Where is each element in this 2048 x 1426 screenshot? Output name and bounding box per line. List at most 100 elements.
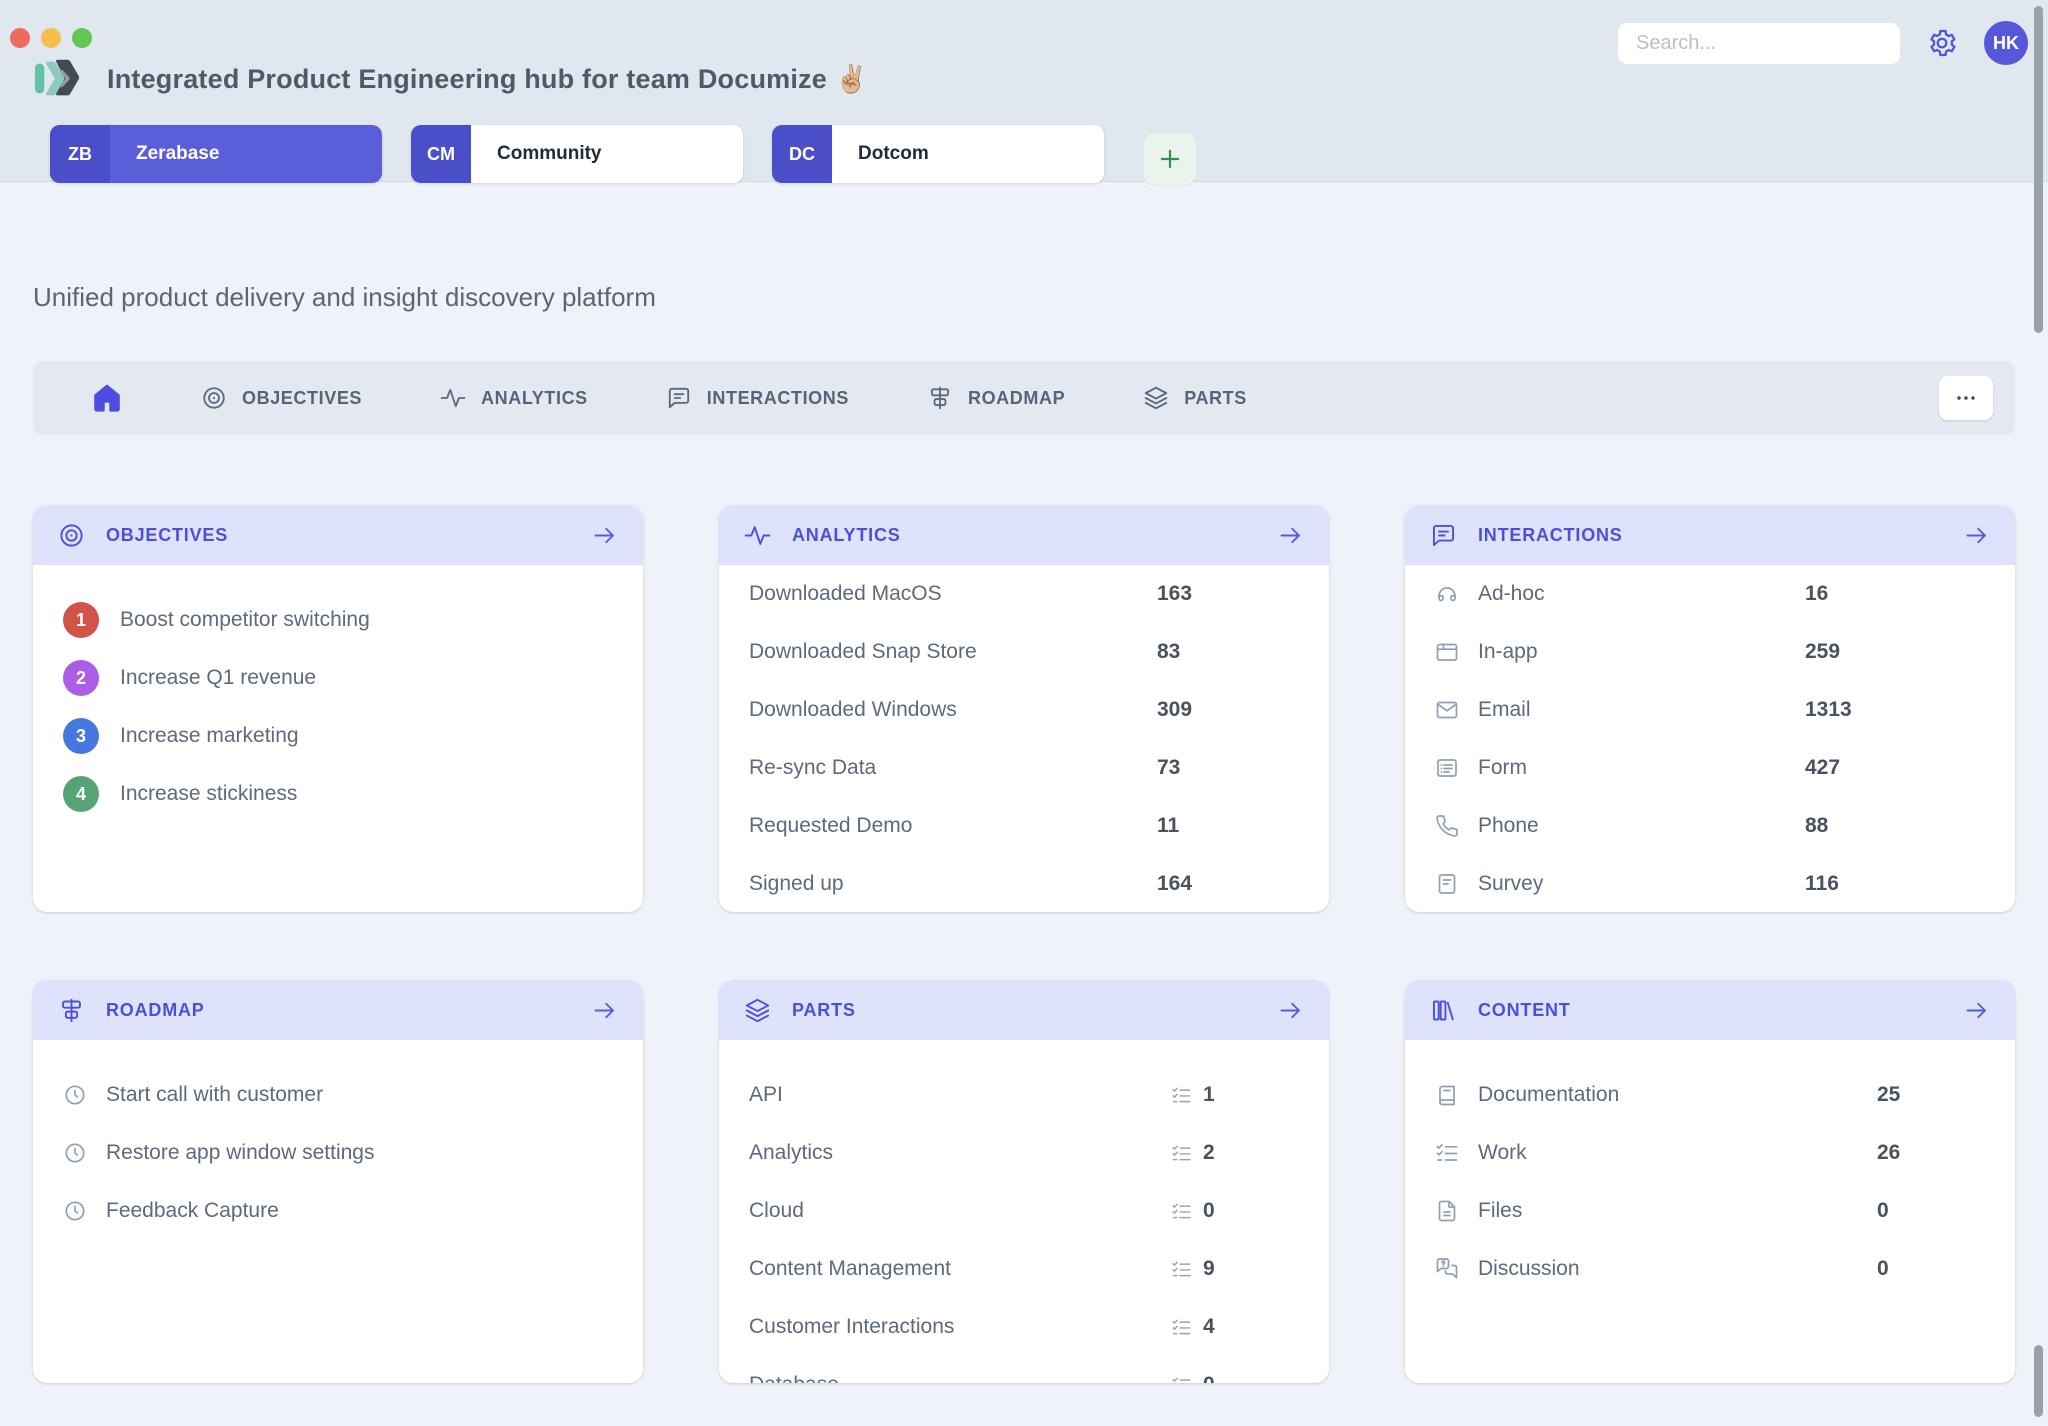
- content-list: Documentation 25 Work 26 Files 0 Discuss…: [1405, 1040, 2015, 1383]
- arrow-right-icon[interactable]: [1277, 997, 1304, 1024]
- roadmap-card: ROADMAP Start call with customer Restore…: [33, 980, 643, 1383]
- part-count: 2: [1171, 1141, 1299, 1165]
- search-input[interactable]: [1618, 23, 1900, 64]
- arrow-right-icon[interactable]: [1963, 997, 1990, 1024]
- workspace-tab-dotcom[interactable]: DC Dotcom: [772, 125, 1104, 183]
- analytics-metric-row[interactable]: Downloaded Snap Store 83: [719, 623, 1329, 681]
- clock-icon: [63, 1083, 87, 1107]
- nav-item-parts[interactable]: PARTS: [1143, 385, 1247, 411]
- plus-icon[interactable]: [1143, 132, 1197, 186]
- objectives-list: 1 Boost competitor switching 2 Increase …: [33, 565, 643, 912]
- part-row[interactable]: Customer Interactions 4: [719, 1298, 1329, 1356]
- gear-icon[interactable]: [1926, 27, 1958, 59]
- interaction-channel-row[interactable]: Phone 88: [1405, 797, 2015, 855]
- workspace-badge: DC: [772, 125, 832, 183]
- objective-item[interactable]: 1 Boost competitor switching: [33, 591, 643, 649]
- message-square-icon: [1430, 522, 1457, 549]
- home-icon[interactable]: [91, 382, 123, 414]
- list-checks-icon: [1171, 1317, 1192, 1338]
- layers-icon: [744, 997, 771, 1024]
- analytics-card-header: ANALYTICS: [719, 505, 1329, 565]
- roadmap-item[interactable]: Restore app window settings: [33, 1124, 643, 1182]
- roadmap-item[interactable]: Start call with customer: [33, 1066, 643, 1124]
- content-type-row[interactable]: Documentation 25: [1405, 1066, 2015, 1124]
- interaction-channel-row[interactable]: Ad-hoc 16: [1405, 565, 2015, 623]
- list-checks-icon: [1171, 1375, 1192, 1384]
- arrow-right-icon[interactable]: [591, 522, 618, 549]
- part-row[interactable]: Content Management 9: [719, 1240, 1329, 1298]
- nav-item-roadmap[interactable]: ROADMAP: [927, 385, 1065, 411]
- part-row[interactable]: API 1: [719, 1066, 1329, 1124]
- part-row[interactable]: Cloud 0: [719, 1182, 1329, 1240]
- mail-icon: [1435, 698, 1459, 722]
- part-row[interactable]: Analytics 2: [719, 1124, 1329, 1182]
- workspace-subtitle: Unified product delivery and insight dis…: [33, 282, 2015, 313]
- form-list-icon: [1435, 756, 1459, 780]
- analytics-metric-row[interactable]: Downloaded MacOS 163: [719, 565, 1329, 623]
- nav-item-analytics[interactable]: ANALYTICS: [440, 385, 588, 411]
- parts-list: API 1 Analytics 2 Cloud: [719, 1040, 1329, 1383]
- nav-item-objectives[interactable]: OBJECTIVES: [201, 385, 362, 411]
- content-card-header: CONTENT: [1405, 980, 2015, 1040]
- card-title: PARTS: [792, 1000, 856, 1021]
- clock-icon: [63, 1141, 87, 1165]
- avatar[interactable]: HK: [1984, 21, 2028, 65]
- objective-number-badge: 4: [63, 776, 99, 812]
- card-title: ANALYTICS: [792, 525, 901, 546]
- nav-item-interactions[interactable]: INTERACTIONS: [666, 385, 849, 411]
- card-title: CONTENT: [1478, 1000, 1571, 1021]
- content-card: CONTENT Documentation 25 Work 26: [1405, 980, 2015, 1383]
- app-window-icon: [1435, 640, 1459, 664]
- close-button[interactable]: [10, 28, 30, 48]
- activity-icon: [744, 522, 771, 549]
- objectives-card-header: OBJECTIVES: [33, 505, 643, 565]
- cards-grid: OBJECTIVES 1 Boost competitor switching …: [33, 505, 2015, 1383]
- clock-icon: [63, 1199, 87, 1223]
- content-type-row[interactable]: Work 26: [1405, 1124, 2015, 1182]
- part-row[interactable]: Database 0: [719, 1356, 1329, 1383]
- objective-item[interactable]: 2 Increase Q1 revenue: [33, 649, 643, 707]
- traffic-lights: [10, 28, 92, 48]
- parts-card: PARTS API 1 Analytics: [719, 980, 1329, 1383]
- part-count: 1: [1171, 1083, 1299, 1107]
- interaction-channel-row[interactable]: Survey 116: [1405, 855, 2015, 912]
- minimize-button[interactable]: [41, 28, 61, 48]
- parts-card-header: PARTS: [719, 980, 1329, 1040]
- arrow-right-icon[interactable]: [1963, 522, 1990, 549]
- card-title: INTERACTIONS: [1478, 525, 1623, 546]
- workspace-tab-community[interactable]: CM Community: [411, 125, 743, 183]
- target-icon: [58, 522, 85, 549]
- objective-item[interactable]: 3 Increase marketing: [33, 707, 643, 765]
- interaction-channel-row[interactable]: In-app 259: [1405, 623, 2015, 681]
- interaction-channel-row[interactable]: Email 1313: [1405, 681, 2015, 739]
- book-icon: [1435, 1083, 1459, 1107]
- part-count: 9: [1171, 1257, 1299, 1281]
- content-type-row[interactable]: Discussion 0: [1405, 1240, 2015, 1298]
- analytics-metric-row[interactable]: Requested Demo 11: [719, 797, 1329, 855]
- list-checks-icon: [1435, 1141, 1459, 1165]
- arrow-right-icon[interactable]: [1277, 522, 1304, 549]
- zoom-button[interactable]: [72, 28, 92, 48]
- window-header: HK Integrated Product Engineering hub fo…: [0, 0, 2048, 182]
- analytics-metric-row[interactable]: Downloaded Windows 309: [719, 681, 1329, 739]
- dots-icon: [1954, 386, 1978, 410]
- analytics-metric-row[interactable]: Re-sync Data 73: [719, 739, 1329, 797]
- chat-icon: [1435, 1257, 1459, 1281]
- interaction-channel-row[interactable]: Form 427: [1405, 739, 2015, 797]
- analytics-metric-row[interactable]: Signed up 164: [719, 855, 1329, 912]
- roadmap-item[interactable]: Feedback Capture: [33, 1182, 643, 1240]
- survey-icon: [1435, 872, 1459, 896]
- workspace-name: Zerabase: [110, 125, 245, 183]
- more-options-button[interactable]: [1939, 376, 1993, 420]
- workspace-tab-zerabase[interactable]: ZB Zerabase: [50, 125, 382, 183]
- interactions-card: INTERACTIONS Ad-hoc 16 In-app 259: [1405, 505, 2015, 912]
- library-icon: [1430, 997, 1457, 1024]
- content-type-row[interactable]: Files 0: [1405, 1182, 2015, 1240]
- objective-item[interactable]: 4 Increase stickiness: [33, 765, 643, 823]
- analytics-list: Downloaded MacOS 163 Downloaded Snap Sto…: [719, 565, 1329, 912]
- phone-icon: [1435, 814, 1459, 838]
- card-title: OBJECTIVES: [106, 525, 228, 546]
- objective-number-badge: 2: [63, 660, 99, 696]
- arrow-right-icon[interactable]: [591, 997, 618, 1024]
- objective-number-badge: 3: [63, 718, 99, 754]
